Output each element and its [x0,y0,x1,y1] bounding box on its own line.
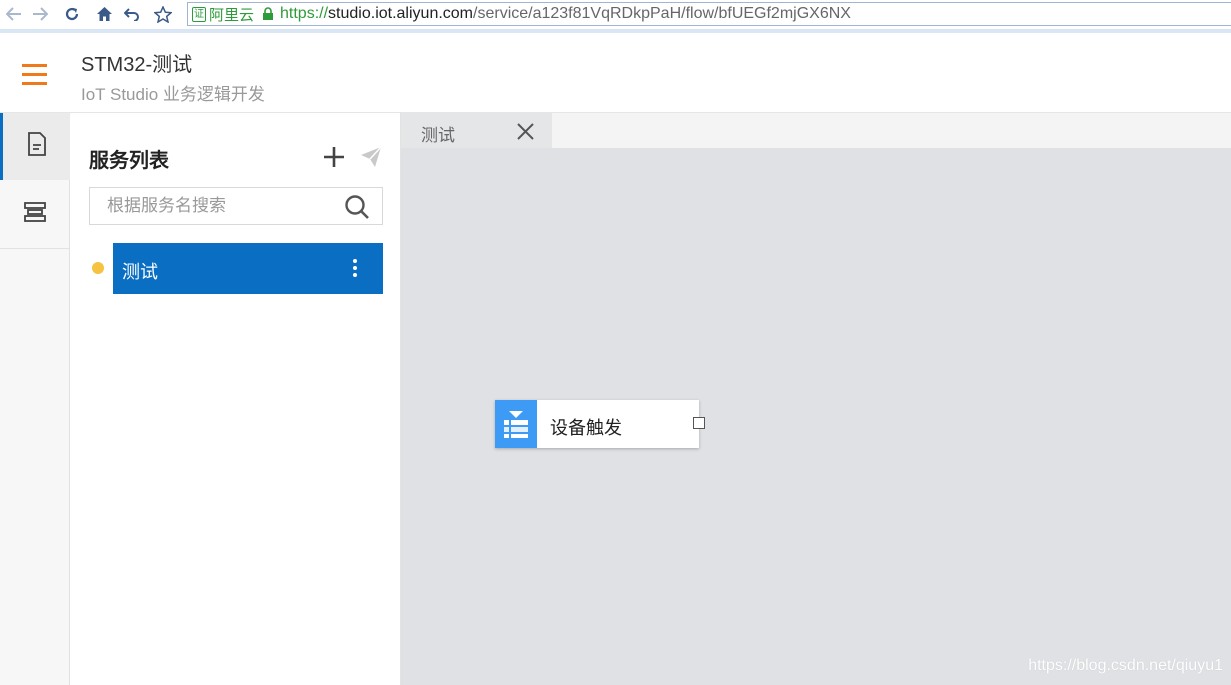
plus-icon [324,147,344,167]
watermark: https://blog.csdn.net/qiuyu1 [1028,657,1223,674]
service-list-panel: 服务列表 测试 [71,113,401,685]
rail-item-document[interactable] [0,113,70,180]
close-icon[interactable] [517,123,534,140]
tab-label: 测试 [421,126,455,145]
address-bar[interactable]: 证 阿里云 https://studio.iot.aliyun.com/serv… [187,2,1231,26]
more-vertical-icon[interactable] [353,259,357,277]
document-icon [26,132,48,161]
url-host: studio.iot.aliyun.com [328,5,474,22]
search-icon[interactable] [344,194,370,220]
search-input[interactable] [90,188,340,224]
tab-flow[interactable]: 测试 [401,113,552,148]
certificate-badge[interactable]: 证 阿里云 [192,4,254,25]
icon-rail [0,113,70,685]
panel-title: 服务列表 [89,150,169,172]
certificate-icon: 证 [192,6,206,22]
paper-plane-icon [361,146,382,167]
device-trigger-icon [495,400,537,448]
node-output-port[interactable] [693,417,705,429]
rail-divider [0,248,70,249]
arrow-right-icon[interactable] [30,4,50,24]
editor-tab-strip: 测试 [401,113,1231,148]
arrow-left-icon[interactable] [4,4,24,24]
url-path: /service/a123f81VqRDkpPaH/flow/bfUEGf2mj… [473,5,851,22]
search-box [89,187,383,225]
url-scheme: https:// [280,5,329,22]
page-subtitle: IoT Studio 业务逻辑开发 [81,85,265,104]
flow-canvas[interactable]: 设备触发 https://blog.csdn.net/qiuyu1 [401,148,1231,685]
list-item-label: 测试 [122,262,158,282]
publish-button[interactable] [360,146,382,168]
reload-icon[interactable] [62,4,82,24]
lock-icon [262,6,276,22]
flow-node-device-trigger[interactable]: 设备触发 [495,400,705,448]
home-icon[interactable] [94,4,114,24]
url-text: https://studio.iot.aliyun.com/service/a1… [280,5,851,23]
add-service-button[interactable] [322,145,346,169]
hamburger-menu-icon[interactable] [22,64,47,85]
rail-item-services[interactable] [0,181,70,248]
star-icon[interactable] [153,4,173,24]
list-item[interactable]: 测试 [113,243,383,294]
service-stack-icon [23,201,47,228]
certificate-label: 阿里云 [209,6,255,24]
status-dot [92,262,104,274]
page-title: STM32-测试 [81,54,193,76]
app-header: STM32-测试 IoT Studio 业务逻辑开发 [0,35,1231,113]
undo-icon[interactable] [122,4,142,24]
browser-toolbar: 证 阿里云 https://studio.iot.aliyun.com/serv… [0,0,1231,33]
node-label: 设备触发 [550,418,622,438]
